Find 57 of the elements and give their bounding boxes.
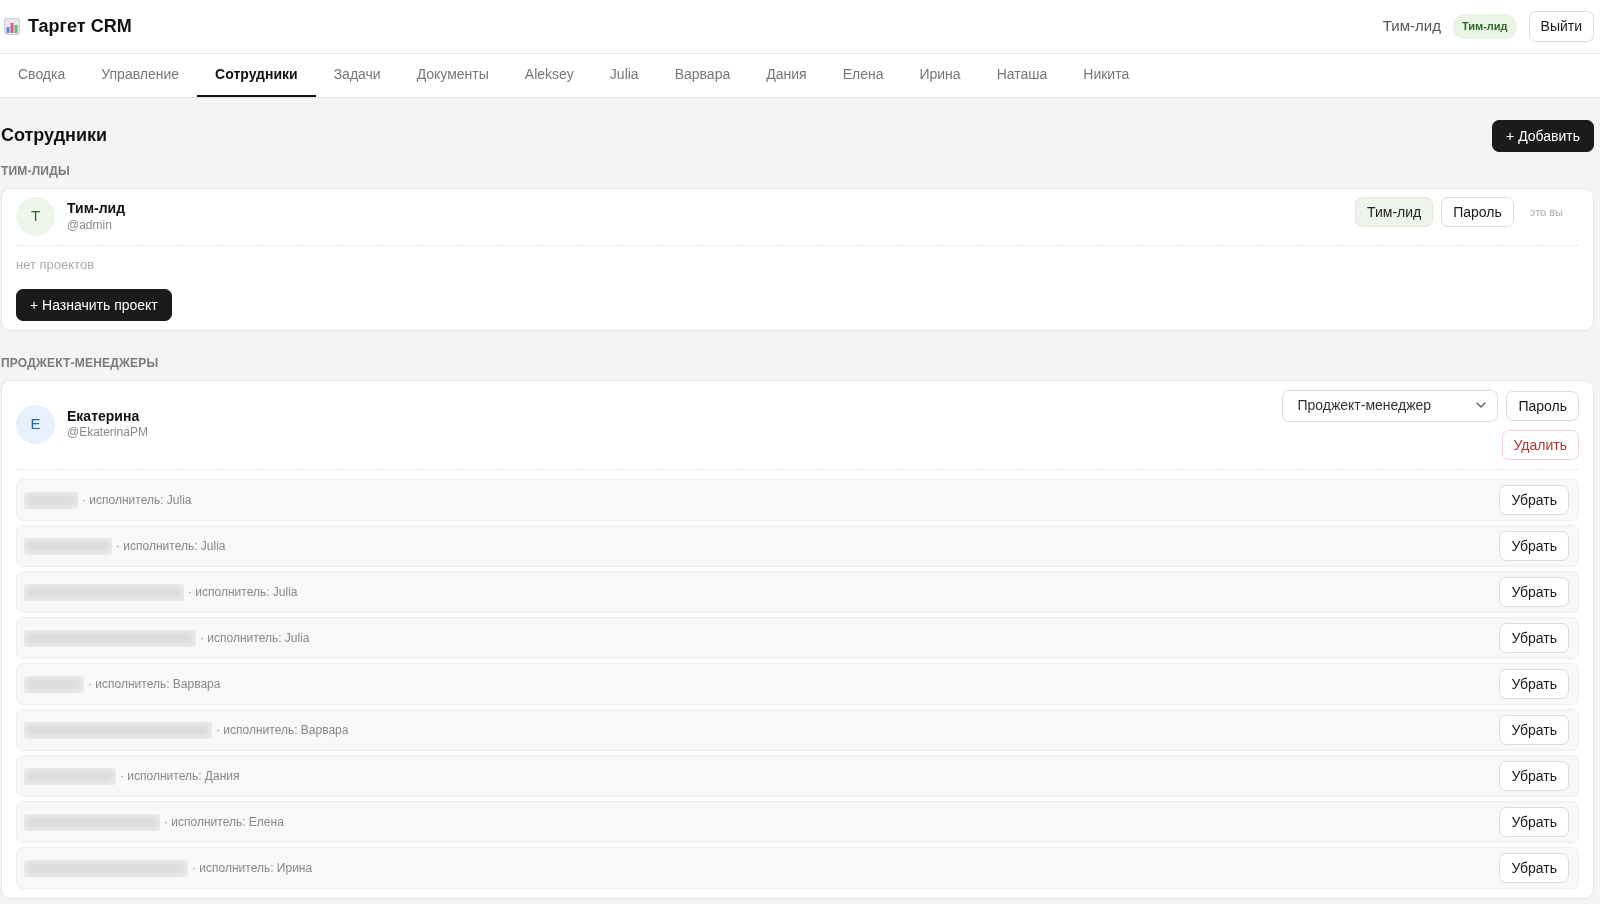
section-heading: ПРОДЖЕКТ-МЕНЕДЖЕРЫ [1, 354, 160, 372]
executor-text: · исполнитель: Варвара [88, 676, 221, 694]
chevron-down-icon [1476, 401, 1487, 408]
blurred-text [24, 675, 84, 693]
self-note: это вы [1529, 205, 1563, 221]
remove-button[interactable]: Убрать [1499, 714, 1569, 746]
empty-note: нет проектов [16, 256, 96, 275]
blurred-text [24, 491, 78, 509]
nav-tab[interactable]: Никита [1065, 53, 1148, 97]
page-title: Сотрудники [1, 125, 108, 147]
nav-tab[interactable]: Елена [824, 53, 902, 97]
executor-text: · исполнитель: Елена [164, 814, 284, 832]
role-select[interactable]: Проджект-менеджер [1282, 389, 1499, 422]
executor-text: · исполнитель: Варвара [216, 722, 349, 740]
user-name: Тим-лид [1382, 16, 1441, 37]
nav-tab[interactable]: Сотрудники [197, 53, 316, 97]
role-chip: Тим-лид [1355, 197, 1434, 228]
avatar: Е [16, 404, 55, 444]
executor-text: · исполнитель: Дания [120, 768, 240, 786]
remove-button[interactable]: Убрать [1499, 852, 1569, 884]
password-button[interactable]: Пароль [1506, 390, 1579, 421]
nav-tab[interactable]: Ирина [901, 53, 979, 97]
nav-tab[interactable]: Aleksey [506, 53, 592, 97]
remove-button[interactable]: Убрать [1499, 530, 1569, 562]
nav-tab[interactable]: Сводка [0, 53, 84, 97]
remove-button[interactable]: Убрать [1499, 668, 1569, 700]
avatar: Т [16, 197, 55, 237]
nav-tab[interactable]: Дания [748, 53, 825, 97]
bar-chart-icon [4, 18, 20, 35]
nav-tab[interactable]: Варвара [656, 53, 749, 97]
remove-button[interactable]: Убрать [1499, 576, 1569, 608]
member-name: Екатерина [67, 407, 141, 426]
executor-text: · исполнитель: Julia [200, 630, 310, 648]
nav-tab[interactable]: Документы [398, 53, 507, 97]
remove-button[interactable]: Убрать [1499, 484, 1569, 516]
remove-button[interactable]: Убрать [1499, 622, 1569, 654]
role-badge: Тим-лид [1452, 14, 1517, 39]
logout-button[interactable]: Выйти [1528, 11, 1594, 42]
add-button[interactable]: + Добавить [1492, 120, 1594, 153]
delete-button[interactable]: Удалить [1501, 429, 1579, 461]
member-username: @EkaterinaPM [67, 425, 148, 441]
executor-text: · исполнитель: Julia [188, 584, 298, 602]
nav-tab[interactable]: Julia [591, 53, 657, 97]
remove-button[interactable]: Убрать [1499, 760, 1569, 792]
member-username: @admin [67, 217, 113, 234]
app-title: Таргет CRM [28, 15, 132, 38]
nav-tab[interactable]: Наташа [978, 53, 1066, 97]
password-button[interactable]: Пароль [1441, 197, 1514, 228]
remove-button[interactable]: Убрать [1499, 806, 1569, 838]
nav-tab[interactable]: Задачи [315, 53, 399, 97]
executor-text: · исполнитель: Julia [82, 492, 192, 510]
executor-text: · исполнитель: Julia [116, 538, 226, 556]
executor-text: · исполнитель: Ирина [192, 860, 313, 878]
nav-tab[interactable]: Управление [83, 53, 198, 97]
member-name: Тим-лид [67, 200, 126, 218]
assign-project-button[interactable]: + Назначить проект [16, 288, 172, 321]
section-heading: ТИМ-ЛИДЫ [1, 163, 71, 181]
